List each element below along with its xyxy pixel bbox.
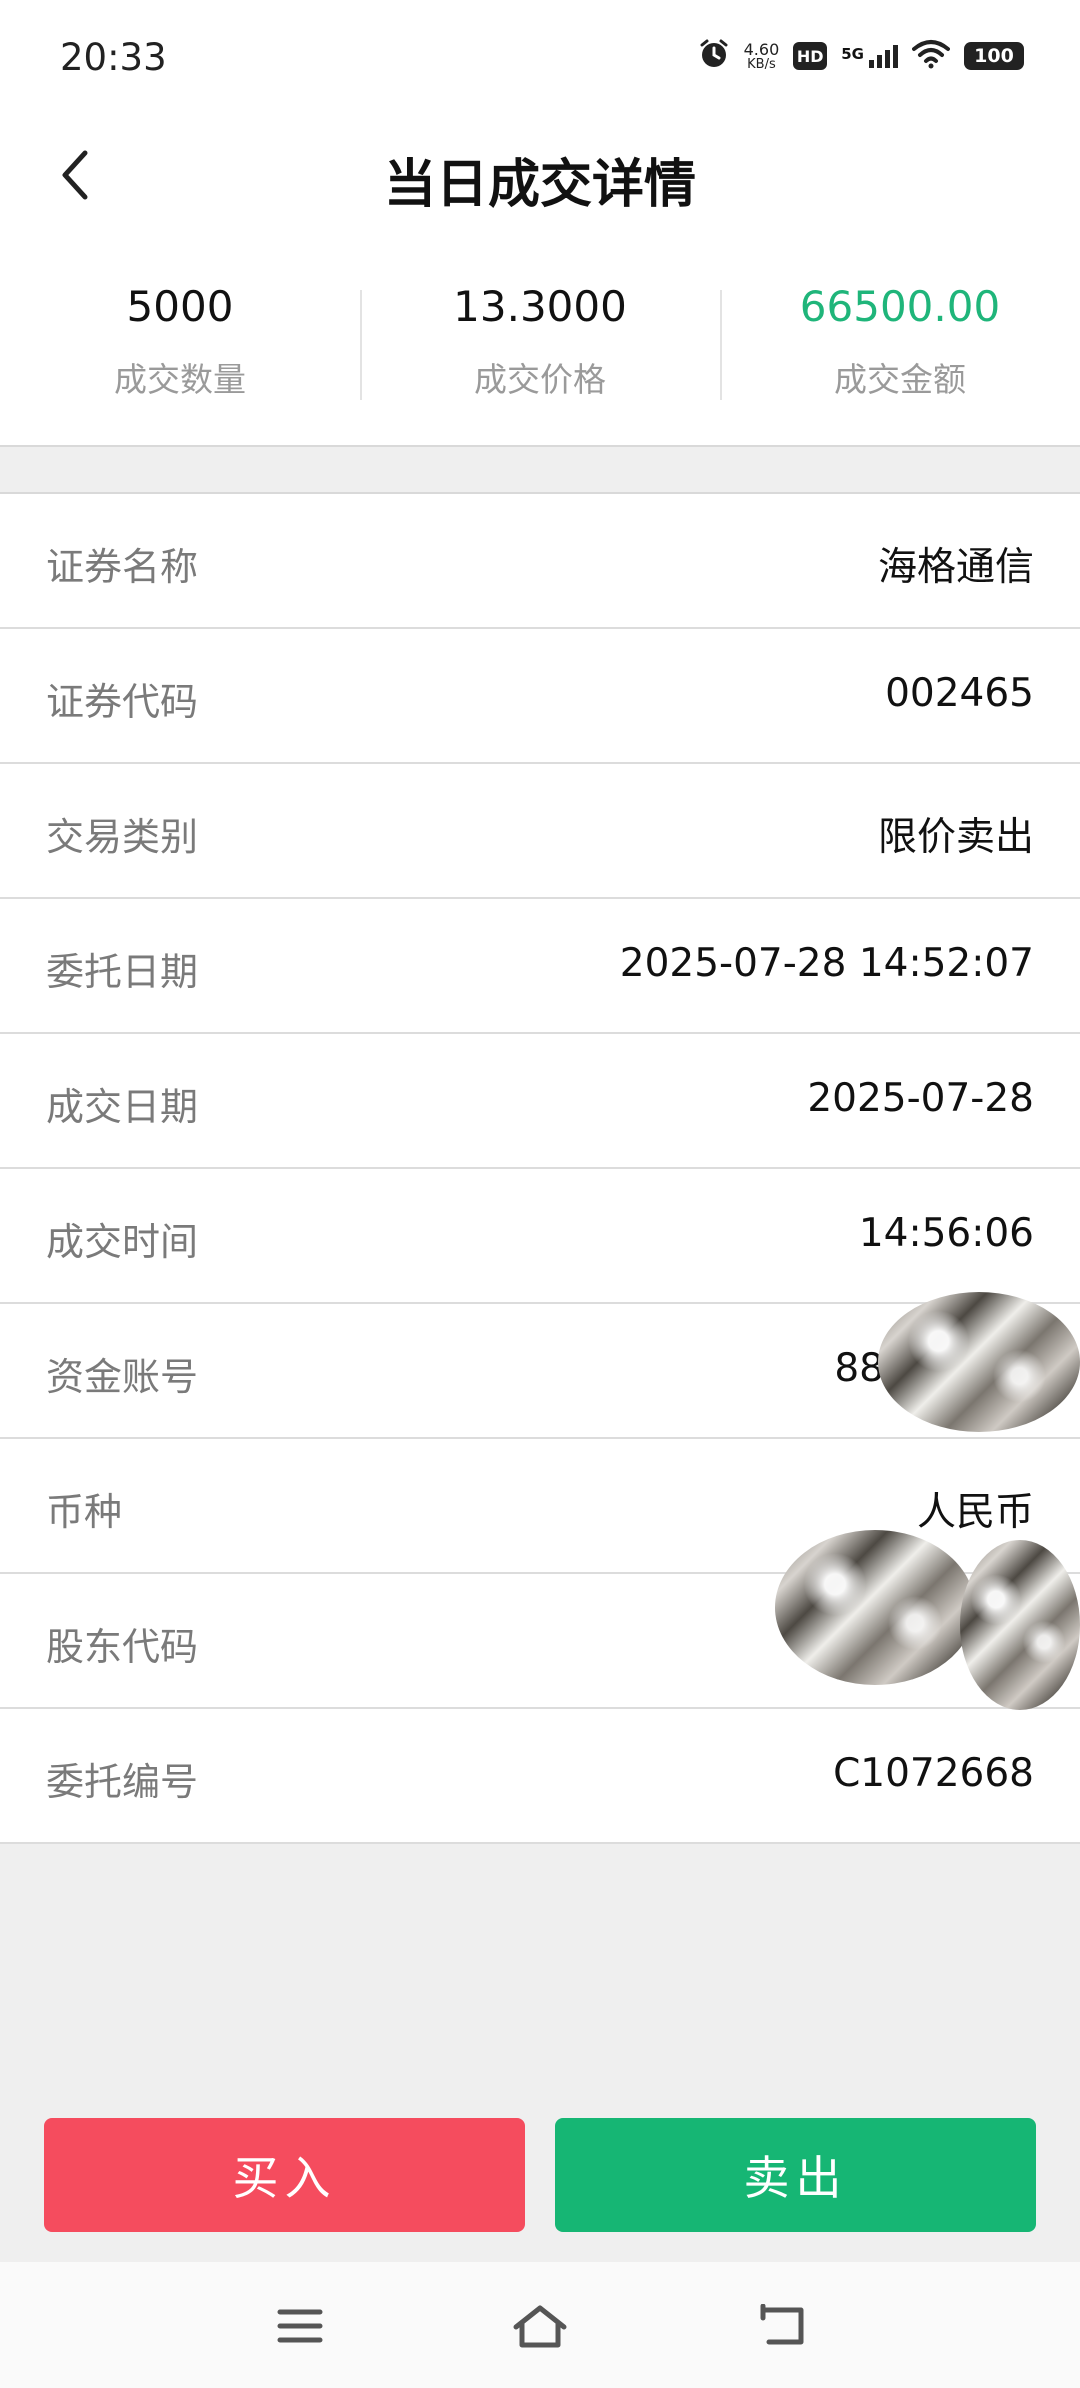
detail-value: 14:56:06	[858, 1211, 1034, 1256]
menu-icon[interactable]	[270, 2300, 330, 2352]
detail-label: 资金账号	[46, 1355, 199, 1399]
system-nav-bar	[0, 2262, 1080, 2388]
return-icon[interactable]	[752, 2300, 812, 2352]
detail-label: 交易类别	[46, 815, 199, 859]
home-icon[interactable]	[510, 2300, 570, 2352]
detail-label: 成交时间	[46, 1220, 199, 1264]
detail-row-trade-type: 交易类别 限价卖出	[0, 764, 1080, 899]
summary-amount-label: 成交金额	[834, 360, 966, 399]
detail-row-order-date: 委托日期 2025-07-28 14:52:07	[0, 899, 1080, 1034]
summary-amount-value: 66500.00	[799, 282, 1001, 331]
detail-label: 币种	[46, 1490, 123, 1534]
net-speed: 4.60 KB/s	[743, 39, 780, 72]
summary-quantity-value: 5000	[126, 282, 234, 331]
hd-icon: HD	[793, 42, 828, 70]
battery-icon: 100	[964, 42, 1024, 70]
detail-label: 股东代码	[46, 1625, 199, 1669]
net-speed-unit: KB/s	[747, 56, 776, 72]
trade-summary: 5000 成交数量 13.3000 成交价格 66500.00 成交金额	[0, 268, 1080, 408]
summary-price-label: 成交价格	[474, 360, 606, 399]
detail-value: 限价卖出	[877, 815, 1034, 860]
detail-row-order-number: 委托编号 C1072668	[0, 1709, 1080, 1844]
summary-quantity-label: 成交数量	[114, 360, 246, 399]
detail-row-deal-date: 成交日期 2025-07-28	[0, 1034, 1080, 1169]
status-icons: 4.60 KB/s HD 5G 100	[698, 38, 1024, 74]
detail-value: 002465	[885, 671, 1034, 716]
page-title: 当日成交详情	[383, 155, 696, 215]
action-bar: 买入 卖出	[44, 2118, 1036, 2232]
status-bar: 20:33 4.60 KB/s HD 5G 100	[0, 0, 1080, 120]
signal-icon: 5G	[841, 44, 898, 68]
detail-value: 海格通信	[877, 545, 1034, 590]
summary-amount: 66500.00 成交金额	[720, 268, 1080, 408]
detail-label: 委托日期	[46, 950, 199, 994]
redaction-mask	[960, 1540, 1080, 1710]
detail-value: 人民币	[916, 1490, 1034, 1535]
detail-value: 2025-07-28 14:52:07	[619, 941, 1034, 986]
summary-price-value: 13.3000	[453, 282, 627, 331]
detail-value: C1072668	[833, 1751, 1034, 1796]
nav-bar: 当日成交详情	[0, 120, 1080, 230]
signal-label: 5G	[841, 44, 864, 63]
detail-label: 证券代码	[46, 680, 199, 724]
detail-label: 委托编号	[46, 1760, 199, 1804]
status-time: 20:33	[60, 36, 167, 79]
wifi-icon	[912, 39, 950, 73]
detail-row-security-name: 证券名称 海格通信	[0, 494, 1080, 629]
redaction-mask	[878, 1292, 1080, 1432]
buy-button[interactable]: 买入	[44, 2118, 525, 2232]
alarm-icon	[698, 38, 730, 74]
redaction-mask	[775, 1530, 975, 1685]
net-speed-value: 4.60	[743, 39, 780, 59]
detail-label: 成交日期	[46, 1085, 199, 1129]
detail-value: 2025-07-28	[807, 1076, 1034, 1121]
summary-price: 13.3000 成交价格	[360, 268, 720, 408]
detail-row-deal-time: 成交时间 14:56:06	[0, 1169, 1080, 1304]
detail-label: 证券名称	[46, 545, 199, 589]
sell-button[interactable]: 卖出	[555, 2118, 1036, 2232]
detail-value: 88	[834, 1346, 884, 1391]
summary-divider	[0, 445, 1080, 447]
detail-row-security-code: 证券代码 002465	[0, 629, 1080, 764]
summary-quantity: 5000 成交数量	[0, 268, 360, 408]
